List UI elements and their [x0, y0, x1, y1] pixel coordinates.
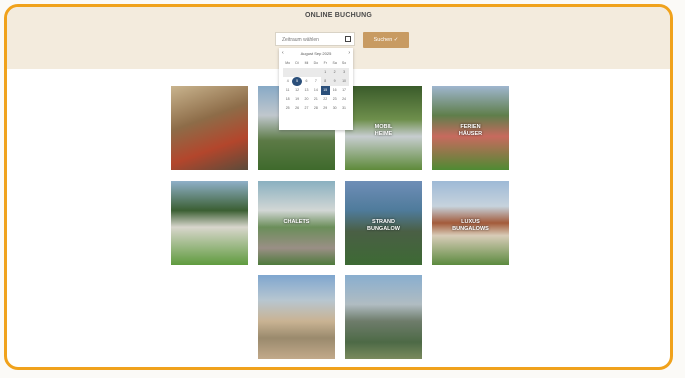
accommodation-tile[interactable]: LUXUS BUNGALOWS: [432, 181, 509, 265]
calendar-day[interactable]: 10: [339, 77, 349, 86]
calendar-day[interactable]: 27: [302, 104, 311, 113]
calendar-week: 11 12 13 14 15 16 17: [283, 86, 349, 95]
date-range-input[interactable]: Zeitraum wählen: [275, 32, 355, 46]
weekday-label: Do: [313, 61, 319, 65]
calendar-day: [292, 68, 302, 77]
weekday-label: So: [341, 61, 347, 65]
accommodation-tile[interactable]: FERIEN HÄUSER: [432, 86, 509, 170]
tile-label: STRAND BUNGALOW: [367, 219, 400, 232]
calendar-day[interactable]: 11: [283, 86, 292, 95]
weekday-label: Fr: [323, 61, 327, 65]
accommodation-tile[interactable]: [258, 275, 335, 359]
calendar-day[interactable]: 17: [339, 86, 348, 95]
accommodation-tile[interactable]: MOBIL HEIME: [345, 86, 422, 170]
calendar-week: 123: [283, 68, 349, 77]
accommodation-tile[interactable]: CHALETS: [258, 181, 335, 265]
calendar-day: [283, 68, 293, 77]
weekday-label: Mi: [304, 61, 309, 65]
calendar-day[interactable]: 7: [311, 77, 320, 86]
calendar-icon[interactable]: [345, 36, 351, 42]
calendar-day[interactable]: 23: [330, 95, 339, 104]
tile-label: LUXUS BUNGALOWS: [452, 219, 489, 232]
calendar-day[interactable]: 28: [311, 104, 320, 113]
calendar-week: 18 19 20 21 22 23 24: [283, 95, 349, 104]
accommodation-tile[interactable]: [171, 181, 248, 265]
calendar-day[interactable]: 13: [302, 86, 311, 95]
calendar-day[interactable]: 18: [283, 95, 292, 104]
calendar-day[interactable]: 6: [302, 77, 311, 86]
tile-label: CHALETS: [283, 219, 310, 225]
calendar-week: 25 26 27 28 29 30 31: [283, 104, 349, 113]
calendar-day[interactable]: 19: [292, 95, 301, 104]
calendar-week: 4 5 6 7 8 9 10: [283, 77, 349, 86]
date-placeholder: Zeitraum wählen: [282, 37, 319, 43]
calendar-day[interactable]: 5: [292, 77, 302, 86]
accommodation-tile[interactable]: [345, 275, 422, 359]
calendar-day[interactable]: 3: [339, 68, 349, 77]
calendar-day[interactable]: 4: [283, 77, 292, 86]
calendar-day[interactable]: 12: [292, 86, 301, 95]
calendar-day[interactable]: 21: [311, 95, 320, 104]
calendar-day[interactable]: 15: [320, 86, 330, 95]
browser-frame: ONLINE BUCHUNG Zeitraum wählen Suchen ✓ …: [4, 4, 673, 370]
calendar-month-label: August Sep 2025: [300, 51, 332, 56]
next-month-icon[interactable]: ›: [348, 50, 350, 56]
calendar-day[interactable]: 8: [320, 77, 330, 86]
page-title: ONLINE BUCHUNG: [305, 12, 372, 19]
calendar-day[interactable]: 9: [329, 77, 340, 86]
calendar-day[interactable]: 25: [283, 104, 292, 113]
calendar-day[interactable]: 2: [329, 68, 340, 77]
accommodation-tile[interactable]: [171, 86, 248, 170]
calendar-day[interactable]: 16: [330, 86, 339, 95]
tile-label: MOBIL HEIME: [374, 124, 393, 137]
tile-label: FERIEN HÄUSER: [458, 124, 483, 137]
calendar-day[interactable]: 1: [320, 68, 330, 77]
calendar-day[interactable]: 20: [302, 95, 311, 104]
calendar-day: [301, 68, 312, 77]
weekday-label: Sa: [332, 61, 337, 65]
datepicker-popup: ‹ August Sep 2025 › Mo Di Mi Do Fr Sa So 1 2 3 4 5 6…: [279, 48, 353, 130]
calendar-day: [311, 68, 321, 77]
calendar-grid: Mo Di Mi Do Fr Sa So 1 2 3 4 5 6 7 8 9 10 11 12 13 14 15 16 17 1…: [283, 59, 349, 113]
calendar-day[interactable]: 29: [321, 104, 330, 113]
calendar-day[interactable]: 22: [321, 95, 330, 104]
calendar-day[interactable]: 30: [330, 104, 339, 113]
weekday-label: Mo: [285, 61, 291, 65]
calendar-day[interactable]: 24: [339, 95, 348, 104]
accommodation-tile[interactable]: STRAND BUNGALOW: [345, 181, 422, 265]
weekday-label: Di: [295, 61, 299, 65]
calendar-day[interactable]: 31: [339, 104, 348, 113]
search-button[interactable]: Suchen ✓: [363, 32, 409, 48]
calendar-day[interactable]: 14: [311, 86, 320, 95]
calendar-day[interactable]: 26: [292, 104, 301, 113]
